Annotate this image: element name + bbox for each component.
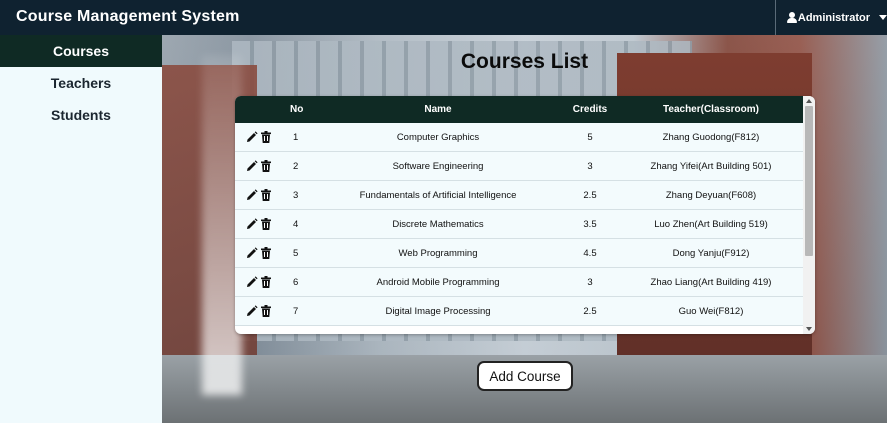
trash-icon[interactable] xyxy=(261,276,271,288)
scroll-up-arrow-icon[interactable] xyxy=(806,99,812,103)
cell-credits: 2.5 xyxy=(583,190,597,201)
header-no: No xyxy=(290,104,304,115)
cell-no: 1 xyxy=(293,132,299,143)
pencil-icon[interactable] xyxy=(246,189,258,201)
cell-name: Digital Image Processing xyxy=(385,306,491,317)
sidebar-item-courses[interactable]: Courses xyxy=(0,35,162,67)
sidebar-item-students[interactable]: Students xyxy=(0,99,162,131)
cell-credits: 3 xyxy=(587,277,593,288)
cell-no: 4 xyxy=(293,219,299,230)
sidebar: Courses Teachers Students xyxy=(0,35,162,423)
pencil-icon[interactable] xyxy=(246,160,258,172)
table-row: 7 Digital Image Processing 2.5 Guo Wei(F… xyxy=(235,297,803,326)
caret-down-icon xyxy=(879,15,887,20)
header-teacher: Teacher(Classroom) xyxy=(663,104,759,115)
header-credits: Credits xyxy=(572,104,608,115)
cell-teacher: Zhang Yifei(Art Building 501) xyxy=(650,161,772,172)
sidebar-item-teachers[interactable]: Teachers xyxy=(0,67,162,99)
cell-teacher: Zhang Deyuan(F608) xyxy=(665,190,757,201)
cell-no: 3 xyxy=(293,190,299,201)
pencil-icon[interactable] xyxy=(246,276,258,288)
table-header: No Name Credits Teacher(Classroom) xyxy=(235,96,803,123)
cell-credits: 3 xyxy=(587,161,593,172)
table-row: 2 Software Engineering 3 Zhang Yifei(Art… xyxy=(235,152,803,181)
pencil-icon[interactable] xyxy=(246,305,258,317)
cell-teacher: Zhang Guodong(F812) xyxy=(662,132,760,143)
app-title: Course Management System xyxy=(16,8,240,25)
table-scrollbar[interactable] xyxy=(803,96,815,334)
main-content: Courses List No Name Credits Teacher(Cla… xyxy=(162,35,887,423)
page-title: Courses List xyxy=(460,50,589,73)
cell-teacher: Zhao Liang(Art Building 419) xyxy=(650,277,772,288)
cell-no: 2 xyxy=(293,161,299,172)
cell-teacher: Luo Zhen(Art Building 519) xyxy=(654,219,768,230)
cell-credits: 4.5 xyxy=(583,248,597,259)
table-body[interactable]: 1 Computer Graphics 5 Zhang Guodong(F812… xyxy=(235,123,803,334)
pencil-icon[interactable] xyxy=(246,218,258,230)
table-row: 3 Fundamentals of Artificial Intelligenc… xyxy=(235,181,803,210)
cell-teacher: Dong Yanju(F912) xyxy=(672,248,750,259)
cell-no: 5 xyxy=(293,248,299,259)
table-row: 1 Computer Graphics 5 Zhang Guodong(F812… xyxy=(235,123,803,152)
cell-credits: 2.5 xyxy=(583,306,597,317)
cell-name: Software Engineering xyxy=(392,161,484,172)
cell-name: Android Mobile Programming xyxy=(376,277,500,288)
table-row: 6 Android Mobile Programming 3 Zhao Lian… xyxy=(235,268,803,297)
user-menu-dropdown[interactable]: Administrator xyxy=(775,0,887,35)
cell-name: Discrete Mathematics xyxy=(392,219,484,230)
cell-teacher: Guo Wei(F812) xyxy=(678,306,744,317)
cell-no: 7 xyxy=(293,306,299,317)
cell-name: Fundamentals of Artificial Intelligence xyxy=(359,190,517,201)
add-course-button[interactable]: Add Course xyxy=(477,361,573,391)
cell-name: Computer Graphics xyxy=(396,132,480,143)
table-row: 4 Discrete Mathematics 3.5 Luo Zhen(Art … xyxy=(235,210,803,239)
trash-icon[interactable] xyxy=(261,189,271,201)
trash-icon[interactable] xyxy=(261,247,271,259)
trash-icon[interactable] xyxy=(261,160,271,172)
user-name: Administrator xyxy=(797,11,870,24)
cell-credits: 3.5 xyxy=(583,219,597,230)
cell-no: 6 xyxy=(293,277,299,288)
table-row: 5 Web Programming 4.5 Dong Yanju(F912) xyxy=(235,239,803,268)
scroll-down-arrow-icon[interactable] xyxy=(806,327,812,331)
scroll-thumb[interactable] xyxy=(805,106,813,256)
pencil-icon[interactable] xyxy=(246,131,258,143)
trash-icon[interactable] xyxy=(261,305,271,317)
courses-table: No Name Credits Teacher(Classroom) 1 Com… xyxy=(235,96,815,334)
user-icon xyxy=(787,12,797,23)
trash-icon[interactable] xyxy=(261,218,271,230)
pencil-icon[interactable] xyxy=(246,247,258,259)
header-name: Name xyxy=(424,104,452,115)
cell-name: Web Programming xyxy=(398,248,478,259)
trash-icon[interactable] xyxy=(261,131,271,143)
top-navbar: Course Management System Administrator xyxy=(0,0,887,35)
cell-credits: 5 xyxy=(587,132,593,143)
